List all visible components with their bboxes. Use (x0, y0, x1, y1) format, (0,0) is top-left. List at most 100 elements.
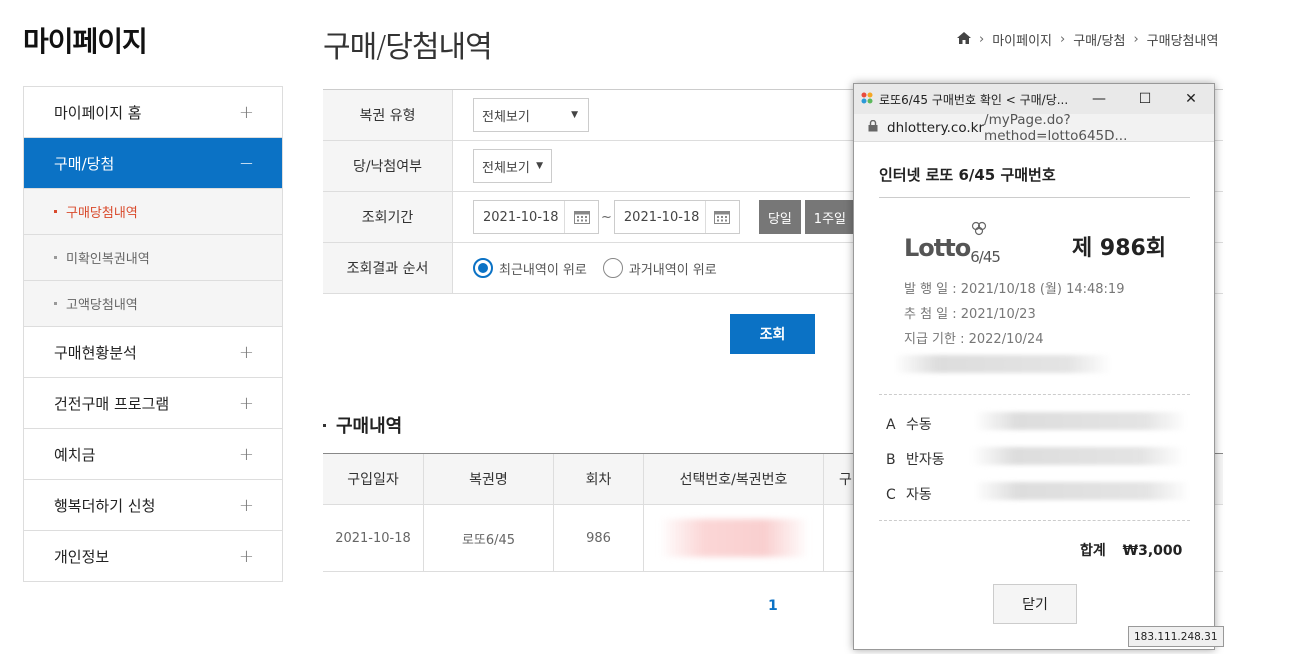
filter-label: 복권 유형 (323, 90, 453, 140)
purchase-number-popup: 로또6/45 구매번호 확인 < 구매/당... — ☐ ✕ dhlottery… (853, 83, 1224, 650)
chevron-right-icon: › (1060, 32, 1066, 47)
page-title: 구매/당첨내역 (323, 30, 493, 65)
minimize-icon[interactable]: — (1076, 84, 1122, 114)
date-from-field[interactable]: 2021-10-18 (473, 200, 599, 234)
filter-label: 조회기간 (323, 192, 453, 242)
popup-content: 인터넷 로또 6/45 구매번호 Lotto6/45 제 986회 발 행 일 … (854, 142, 1224, 649)
maximize-icon[interactable]: ☐ (1122, 84, 1168, 114)
ip-address-label: 183.111.248.31 (1128, 626, 1224, 647)
payment-deadline: 지급 기한 : 2022/10/24 (904, 332, 1044, 347)
breadcrumb-item[interactable]: 구매당첨내역 (1147, 30, 1219, 49)
sidebar-item-analysis[interactable]: 구매현황분석 + (24, 327, 282, 378)
divider (879, 394, 1190, 395)
radio-unchecked-icon (602, 258, 623, 278)
lottery-name-cell: 로또6/45 (424, 505, 554, 571)
popup-heading: 인터넷 로또 6/45 구매번호 (879, 166, 1056, 184)
expand-icon: + (238, 545, 254, 567)
lotto-favicon-icon (860, 91, 874, 108)
sidebar-title: 마이페이지 (23, 25, 148, 58)
column-header: 복권명 (424, 454, 554, 504)
expand-icon: + (238, 101, 254, 123)
game-row-a: A 수동 (886, 417, 932, 433)
redacted-number (658, 519, 809, 557)
sidebar-item-label: 예치금 (54, 445, 96, 464)
sidebar-item-purchase-win[interactable]: 구매/당첨 − (24, 138, 282, 189)
range-separator: ~ (601, 209, 612, 225)
redacted-numbers (972, 447, 1184, 465)
close-icon[interactable]: ✕ (1168, 84, 1214, 114)
close-button[interactable]: 닫기 (993, 584, 1077, 624)
breadcrumb-item[interactable]: 구매/당첨 (1073, 30, 1125, 49)
popup-window-title: 로또6/45 구매번호 확인 < 구매/당... (879, 92, 1069, 107)
sidebar-subitem-purchase-history[interactable]: 구매당첨내역 (24, 189, 282, 235)
purchase-date-cell: 2021-10-18 (323, 505, 424, 571)
expand-icon: + (238, 443, 254, 465)
filter-label: 조회결과 순서 (323, 243, 453, 293)
win-status-select[interactable]: 전체보기 ▼ (473, 149, 552, 183)
game-row-b: B 반자동 (886, 452, 945, 468)
redacted-barcode (894, 355, 1112, 373)
total-amount: 합계 ₩3,000 (1080, 543, 1183, 559)
one-week-button[interactable]: 1주일 (804, 200, 855, 234)
column-header: 구입일자 (323, 454, 424, 504)
breadcrumb-item[interactable]: 마이페이지 (992, 30, 1052, 49)
sidebar-subitem-high-prize[interactable]: 고액당첨내역 (24, 281, 282, 327)
dropdown-arrow-icon: ▼ (536, 161, 543, 171)
column-header: 선택번호/복권번호 (644, 454, 824, 504)
lock-icon (868, 119, 878, 136)
game-row-c: C 자동 (886, 487, 932, 503)
sidebar-item-healthy-program[interactable]: 건전구매 프로그램 + (24, 378, 282, 429)
radio-checked-icon (473, 258, 493, 278)
draw-date: 추 첨 일 : 2021/10/23 (904, 307, 1036, 322)
sidebar-subitem-unchecked[interactable]: 미확인복권내역 (24, 235, 282, 281)
sidebar-item-happiness[interactable]: 행복더하기 신청 + (24, 480, 282, 531)
expand-icon: + (238, 341, 254, 363)
sidebar-item-label: 행복더하기 신청 (54, 496, 156, 515)
issue-date: 발 행 일 : 2021/10/18 (월) 14:48:19 (904, 282, 1125, 297)
divider (879, 520, 1190, 521)
dropdown-arrow-icon: ▼ (571, 110, 578, 120)
today-button[interactable]: 당일 (758, 200, 801, 234)
home-icon[interactable] (957, 31, 971, 48)
bullet-icon (54, 256, 57, 259)
sidebar-item-label: 구매/당첨 (54, 154, 115, 173)
address-path: /myPage.do?method=lotto645D... (984, 111, 1128, 144)
order-past-radio[interactable]: 과거내역이 위로 (602, 258, 717, 278)
lotto-logo: Lotto6/45 (904, 221, 1001, 266)
redacted-numbers (974, 482, 1190, 500)
divider (879, 197, 1190, 198)
ticket-number-cell[interactable] (644, 505, 824, 571)
clover-icon (970, 216, 988, 244)
round-cell: 986 (554, 505, 644, 571)
popup-address-bar[interactable]: dhlottery.co.kr/myPage.do?method=lotto64… (854, 111, 1214, 144)
date-to-field[interactable]: 2021-10-18 (613, 200, 740, 234)
chevron-right-icon: › (979, 32, 985, 47)
sidebar-subitem-label: 미확인복권내역 (66, 252, 150, 267)
sidebar-item-label: 구매현황분석 (54, 343, 137, 362)
breadcrumb: › 마이페이지 › 구매/당첨 › 구매당첨내역 (957, 30, 1218, 49)
sidebar-item-personal-info[interactable]: 개인정보 + (24, 531, 282, 582)
sidebar-item-label: 마이페이지 홈 (54, 103, 142, 122)
sidebar-item-deposit[interactable]: 예치금 + (24, 429, 282, 480)
chevron-right-icon: › (1133, 32, 1139, 47)
bullet-icon (54, 210, 57, 213)
search-button[interactable]: 조회 (730, 314, 815, 354)
bullet-icon (54, 302, 57, 305)
redacted-numbers (974, 412, 1188, 430)
round-number: 제 986회 (1072, 236, 1167, 261)
expand-icon: + (238, 494, 254, 516)
column-header: 회차 (554, 454, 644, 504)
calendar-icon[interactable] (564, 201, 598, 233)
sidebar-item-label: 개인정보 (54, 547, 110, 566)
section-title: 구매내역 (323, 412, 402, 438)
calendar-icon[interactable] (704, 201, 739, 233)
sidebar-subitem-label: 구매당첨내역 (66, 206, 138, 221)
address-host: dhlottery.co.kr (887, 119, 985, 136)
expand-icon: + (238, 392, 254, 414)
order-recent-radio[interactable]: 최근내역이 위로 (473, 258, 587, 278)
sidebar-subitem-label: 고액당첨내역 (66, 298, 138, 313)
lottery-type-select[interactable]: 전체보기 ▼ (473, 98, 589, 132)
sidebar-item-mypage-home[interactable]: 마이페이지 홈 + (24, 87, 282, 138)
pagination-current[interactable]: 1 (768, 598, 778, 614)
sidebar-menu: 마이페이지 홈 + 구매/당첨 − 구매당첨내역 미확인복권내역 고액당첨내역 … (23, 86, 283, 582)
